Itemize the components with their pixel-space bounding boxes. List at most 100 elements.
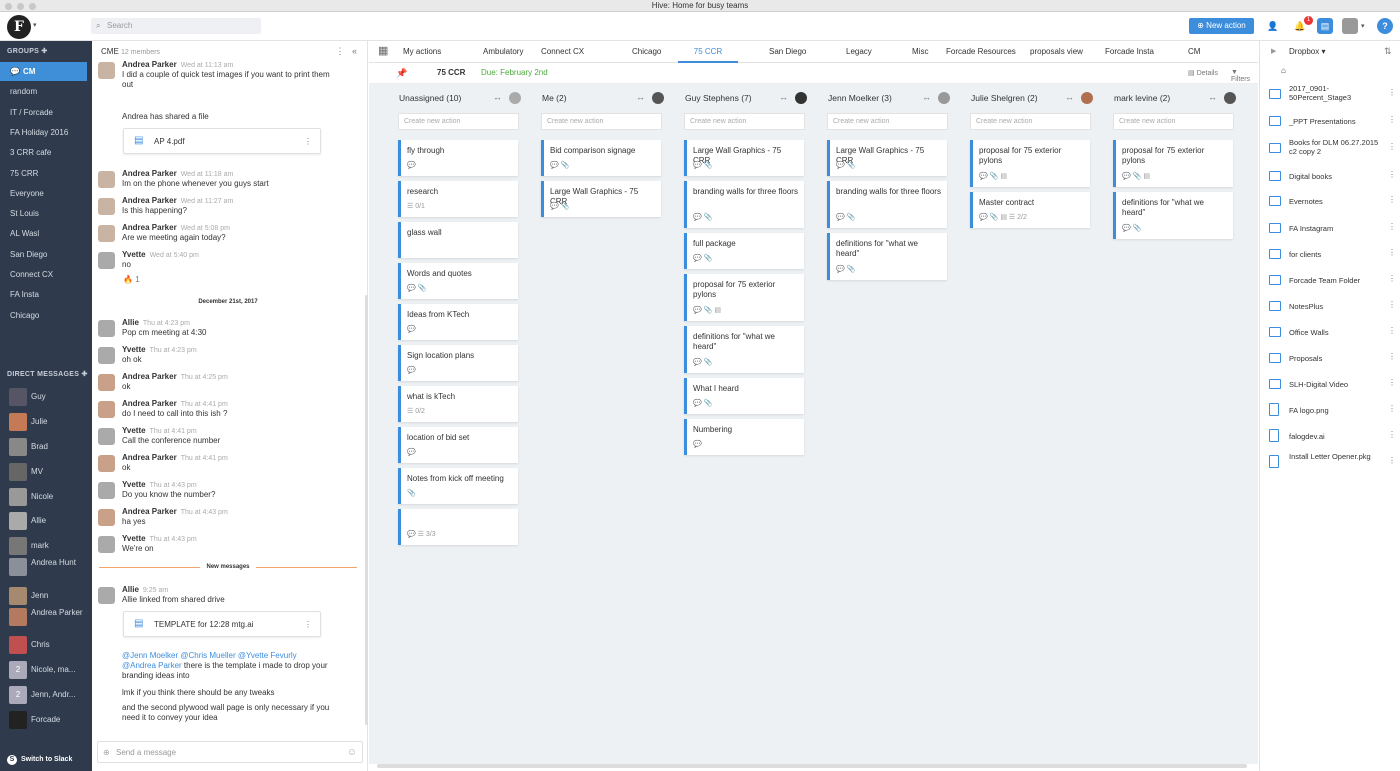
action-card[interactable]: Words and quotes 💬 📎 [398,263,518,299]
sidebar-item-san-diego[interactable]: San Diego [0,245,87,264]
action-card[interactable]: What I heard 💬 📎 [684,378,804,414]
drive-item-proposals[interactable]: Proposals ⋮ [1260,345,1400,371]
drive-item-fa-logo-png[interactable]: FA logo.png ⋮ [1260,397,1400,423]
action-card[interactable]: 💬 ☰ 3/3 [398,509,518,545]
action-card[interactable]: Numbering 💬 [684,419,804,455]
drive-item-evernotes[interactable]: Evernotes ⋮ [1260,188,1400,214]
sidebar-item-st-louis[interactable]: St Louis [0,204,87,223]
more-icon[interactable]: ⋮ [304,129,312,155]
user-avatar[interactable] [1342,18,1358,34]
drive-item-notesplus[interactable]: NotesPlus ⋮ [1260,293,1400,319]
move-icon[interactable]: ↔ [922,92,931,102]
column-avatar[interactable] [795,92,807,104]
move-icon[interactable]: ↔ [1065,92,1074,102]
grid-icon[interactable]: ▦ [378,46,388,57]
chat-scrollbar[interactable] [365,295,368,725]
add-group-icon[interactable]: ✚ [41,48,47,55]
mention-link[interactable]: @Andrea Parker [122,661,182,670]
drive-item-digital-books[interactable]: Digital books ⋮ [1260,163,1400,189]
emoji-icon[interactable]: ☺ [347,742,357,764]
sidebar-item-cm[interactable]: 💬 CM [0,62,87,81]
reaction[interactable]: 🔥 1 [123,275,140,284]
sidebar-item-fa-insta[interactable]: FA Insta [0,285,87,304]
tab-san-diego[interactable]: San Diego [769,41,806,63]
drive-item-office-walls[interactable]: Office Walls ⋮ [1260,319,1400,345]
action-card[interactable]: Master contract 💬 📎 ▤ ☰ 2/2 [970,192,1090,228]
sidebar-item-random[interactable]: random [0,82,87,101]
expand-icon[interactable]: ▶ [1271,47,1276,55]
dm-item-chris[interactable]: Chris [0,634,92,656]
user-icon[interactable]: 👤 [1265,18,1281,34]
more-icon[interactable]: ⋮ [1388,456,1396,465]
action-card[interactable]: Large Wall Graphics - 75 CRR 💬 📎 [541,181,661,217]
dm-item-andrea-parker[interactable]: Andrea Parker [0,606,92,628]
due-date[interactable]: Due: February 2nd [481,68,548,77]
action-card[interactable]: Bid comparison signage 💬 📎 [541,140,661,176]
action-card[interactable]: branding walls for three floors 💬 📎 [827,181,947,228]
sort-icon[interactable]: ⇅ [1384,46,1392,57]
workspace-logo[interactable]: F [7,15,31,39]
document-icon[interactable]: ▤ [1317,18,1333,34]
drive-item-fa-instagram[interactable]: FA Instagram ⋮ [1260,215,1400,241]
sidebar-item-connect-cx[interactable]: Connect CX [0,265,87,284]
more-icon[interactable]: ⋮ [304,612,312,638]
action-card[interactable]: definitions for "what we heard" 💬 📎 [1113,192,1233,239]
action-card[interactable]: research ☰ 0/1 [398,181,518,217]
action-card[interactable]: Large Wall Graphics - 75 CRR 💬 📎 [827,140,947,176]
action-card[interactable]: fly through 💬 [398,140,518,176]
create-action-input[interactable]: Create new action [541,113,662,130]
more-icon[interactable]: ⋮ [1388,248,1396,257]
tab-connect-cx[interactable]: Connect CX [541,41,584,63]
minimize-window-button[interactable] [17,3,24,10]
drive-item-install-letter-opener-pkg[interactable]: Install Letter Opener.pkg ⋮ [1260,449,1400,475]
dm-item-jenn-andr[interactable]: 2 Jenn, Andr... [0,684,92,706]
more-icon[interactable]: ⋮ [1388,404,1396,413]
message-input[interactable]: ⊕ Send a message ☺ [97,741,363,763]
more-icon[interactable]: ⋮ [1388,430,1396,439]
drive-item-falogdev-ai[interactable]: falogdev.ai ⋮ [1260,423,1400,449]
create-action-input[interactable]: Create new action [398,113,519,130]
chevron-down-icon[interactable]: ▾ [33,21,37,29]
tab-cm[interactable]: CM [1188,41,1200,63]
shared-file[interactable]: ▤ TEMPLATE for 12:28 mtg.ai ⋮ [123,611,321,637]
board-scrollbar[interactable] [377,764,1247,768]
action-card[interactable]: full package 💬 📎 [684,233,804,269]
action-card[interactable]: proposal for 75 exterior pylons 💬 📎 ▤ [970,140,1090,187]
action-card[interactable]: definitions for "what we heard" 💬 📎 [827,233,947,280]
column-avatar[interactable] [509,92,521,104]
column-avatar[interactable] [652,92,664,104]
add-dm-icon[interactable]: ✚ [81,371,87,378]
move-icon[interactable]: ↔ [779,92,788,102]
tab-misc[interactable]: Misc [912,41,928,63]
more-icon[interactable]: ⋮ [1388,170,1396,179]
switch-to-slack-button[interactable]: S Switch to Slack [0,749,92,771]
collapse-icon[interactable]: « [352,46,357,56]
more-icon[interactable]: ⋮ [1388,115,1396,124]
tab-75-ccr[interactable]: 75 CCR [678,41,738,63]
move-icon[interactable]: ↔ [636,92,645,102]
column-avatar[interactable] [1081,92,1093,104]
action-card[interactable]: location of bid set 💬 [398,427,518,463]
more-icon[interactable]: ⋮ [1388,88,1396,97]
search-input[interactable]: ⌕ Search [91,18,261,34]
action-card[interactable]: proposal for 75 exterior pylons 💬 📎 ▤ [1113,140,1233,187]
sidebar-item-it-forcade[interactable]: IT / Forcade [0,103,87,122]
new-action-button[interactable]: ⊕ New action [1189,18,1254,34]
add-icon[interactable]: ⊕ [103,742,110,764]
tab-chicago[interactable]: Chicago [632,41,661,63]
dm-item-brad[interactable]: Brad [0,436,92,458]
pin-icon[interactable]: 📌 [396,68,407,79]
move-icon[interactable]: ↔ [1208,92,1217,102]
more-icon[interactable]: ⋮ [1388,274,1396,283]
drive-item-for-clients[interactable]: for clients ⋮ [1260,241,1400,267]
more-icon[interactable]: ⋮ [1388,352,1396,361]
tab-legacy[interactable]: Legacy [846,41,872,63]
drive-item-slh-digital-video[interactable]: SLH-Digital Video ⋮ [1260,371,1400,397]
sidebar-item-al-wasl[interactable]: AL Wasl [0,224,87,243]
dm-item-mark[interactable]: mark [0,535,92,557]
dm-item-nicole[interactable]: Nicole [0,486,92,508]
dm-item-guy[interactable]: Guy [0,386,92,408]
more-icon[interactable]: ⋮ [1388,222,1396,231]
more-icon[interactable]: ⋮ [1388,142,1396,151]
zoom-window-button[interactable] [29,3,36,10]
